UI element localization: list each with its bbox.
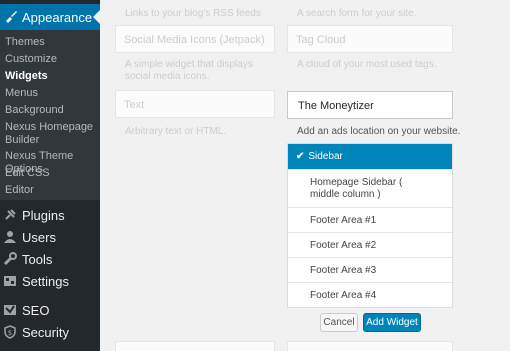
sidebar-chooser: ✔ Sidebar Homepage Sidebar ( middle colu…: [287, 143, 453, 308]
menu-appearance-label: Appearance: [22, 9, 93, 25]
settings-icon: [3, 274, 17, 288]
submenu-customize[interactable]: Customize: [5, 53, 57, 66]
widget-tag-cloud-title: Tag Cloud: [296, 34, 346, 46]
chooser-option-label: Homepage Sidebar ( middle column ): [310, 176, 403, 200]
menu-users-label: Users: [22, 229, 56, 245]
plugin-icon: [3, 208, 17, 222]
menu-seo[interactable]: SEO: [0, 299, 100, 321]
widget-text[interactable]: Text: [115, 90, 275, 118]
widget-text-title: Text: [124, 99, 145, 111]
chooser-option-label: Footer Area #3: [310, 264, 377, 276]
chooser-option-footer-3[interactable]: Footer Area #3: [288, 258, 452, 283]
wrench-icon: [3, 252, 17, 266]
search-widget-desc: A search form for your site.: [297, 8, 417, 19]
chooser-option-label: Footer Area #2: [310, 239, 377, 251]
rss-widget-desc: Links to your blog's RSS feeds: [125, 8, 261, 19]
submenu-nexus-homepage-builder[interactable]: Nexus Homepage Builder: [5, 121, 95, 147]
menu-security[interactable]: $ Security: [0, 321, 100, 343]
menu-users[interactable]: Users: [0, 226, 100, 248]
submenu-themes[interactable]: Themes: [5, 36, 45, 49]
menu-settings-label: Settings: [22, 273, 69, 289]
chooser-option-homepage-sidebar[interactable]: Homepage Sidebar ( middle column ): [288, 170, 452, 208]
widget-tag-cloud[interactable]: Tag Cloud: [287, 25, 453, 53]
menu-settings[interactable]: Settings: [0, 270, 100, 292]
social-widget-desc: A simple widget that displays social med…: [125, 59, 253, 82]
submenu-background[interactable]: Background: [5, 104, 64, 117]
widget-the-moneytizer[interactable]: The Moneytizer: [287, 91, 453, 119]
brush-icon: [4, 9, 18, 26]
text-widget-desc: Arbitrary text or HTML.: [125, 126, 227, 137]
menu-tools[interactable]: Tools: [0, 248, 100, 270]
menu-security-label: Security: [22, 324, 69, 340]
widgets-content: Links to your blog's RSS feeds A search …: [100, 0, 510, 351]
menu-seo-label: SEO: [22, 302, 50, 318]
widget-placeholder-bottom-left: [115, 341, 275, 351]
submenu-menus[interactable]: Menus: [5, 87, 38, 100]
widget-social-title: Social Media Icons (Jetpack): [124, 34, 265, 46]
widget-moneytizer-title: The Moneytizer: [298, 100, 374, 112]
appearance-submenu: Themes Customize Widgets Menus Backgroun…: [0, 30, 100, 200]
admin-sidebar: Appearance Themes Customize Widgets Menu…: [0, 0, 100, 351]
chooser-option-sidebar[interactable]: ✔ Sidebar: [288, 144, 452, 170]
submenu-editor[interactable]: Editor: [5, 184, 34, 197]
chooser-option-footer-4[interactable]: Footer Area #4: [288, 283, 452, 308]
submenu-edit-css[interactable]: Edit CSS: [5, 167, 50, 180]
moneytizer-desc: Add an ads location on your website.: [297, 126, 461, 137]
svg-text:$: $: [8, 329, 12, 337]
chooser-option-label: Footer Area #4: [310, 290, 377, 301]
checkmark-icon: ✔: [296, 151, 305, 162]
chooser-option-footer-2[interactable]: Footer Area #2: [288, 233, 452, 258]
chooser-option-label: Footer Area #1: [310, 214, 377, 226]
cancel-button[interactable]: Cancel: [320, 313, 358, 332]
users-icon: [3, 230, 17, 244]
chooser-option-label: Sidebar: [308, 151, 343, 162]
widget-placeholder-bottom-right: [287, 341, 453, 351]
submenu-widgets[interactable]: Widgets: [5, 70, 48, 83]
menu-tools-label: Tools: [22, 251, 53, 267]
menu-appearance[interactable]: Appearance: [0, 4, 100, 30]
menu-plugins-label: Plugins: [22, 207, 65, 223]
menu-plugins[interactable]: Plugins: [0, 204, 100, 226]
seo-icon: [3, 303, 17, 317]
shield-icon: $: [3, 325, 17, 339]
tag-cloud-desc: A cloud of your most used tags.: [297, 59, 437, 70]
widget-social-media-icons[interactable]: Social Media Icons (Jetpack): [115, 25, 275, 53]
chooser-option-footer-1[interactable]: Footer Area #1: [288, 208, 452, 233]
add-widget-button[interactable]: Add Widget: [363, 313, 421, 332]
